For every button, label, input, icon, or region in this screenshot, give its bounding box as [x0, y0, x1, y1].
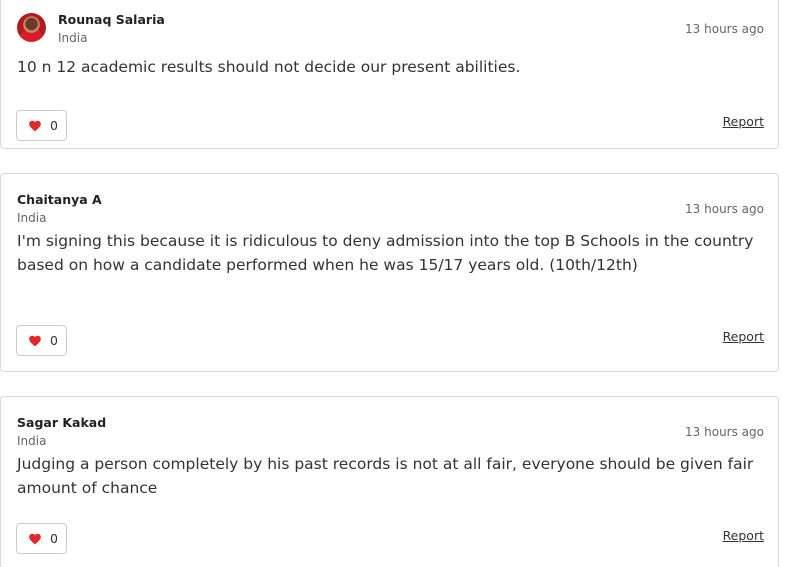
- comment-timestamp: 13 hours ago: [685, 425, 764, 439]
- commenter-country: India: [17, 434, 47, 448]
- comment-text: I'm signing this because it is ridiculou…: [17, 232, 754, 274]
- comment-text: Judging a person completely by his past …: [17, 455, 754, 497]
- comment-text: 10 n 12 academic results should not deci…: [17, 58, 521, 76]
- like-button[interactable]: 0: [16, 523, 67, 554]
- like-count: 0: [50, 118, 58, 133]
- comment-card: Chaitanya A India 13 hours ago I'm signi…: [0, 173, 779, 372]
- heart-icon: [29, 335, 41, 347]
- heart-icon: [29, 120, 41, 132]
- like-button[interactable]: 0: [16, 325, 67, 356]
- report-link[interactable]: Report: [723, 114, 764, 129]
- avatar[interactable]: [17, 13, 46, 42]
- commenter-name: Chaitanya A: [17, 192, 102, 207]
- comment-card: Rounaq Salaria India 13 hours ago 10 n 1…: [0, 0, 779, 149]
- commenter-name: Sagar Kakad: [17, 415, 107, 430]
- comments-feed: Rounaq Salaria India 13 hours ago 10 n 1…: [0, 0, 787, 567]
- commenter-info: Rounaq Salaria India: [58, 12, 165, 46]
- comment-header: Sagar Kakad India 13 hours ago: [17, 415, 764, 455]
- commenter-name: Rounaq Salaria: [58, 12, 165, 27]
- comment-timestamp: 13 hours ago: [685, 22, 764, 36]
- like-count: 0: [50, 531, 58, 546]
- commenter-info: Sagar Kakad India: [17, 415, 106, 449]
- heart-icon: [29, 533, 41, 545]
- like-button[interactable]: 0: [16, 110, 67, 141]
- commenter-country: India: [17, 211, 47, 225]
- report-link[interactable]: Report: [723, 528, 764, 543]
- comment-header: Rounaq Salaria India 13 hours ago: [17, 12, 764, 52]
- commenter-country: India: [58, 31, 88, 45]
- comment-timestamp: 13 hours ago: [685, 202, 764, 216]
- comment-header: Chaitanya A India 13 hours ago: [17, 192, 764, 232]
- comment-card: Sagar Kakad India 13 hours ago Judging a…: [0, 396, 779, 567]
- commenter-info: Chaitanya A India: [17, 192, 102, 226]
- like-count: 0: [50, 333, 58, 348]
- report-link[interactable]: Report: [723, 329, 764, 344]
